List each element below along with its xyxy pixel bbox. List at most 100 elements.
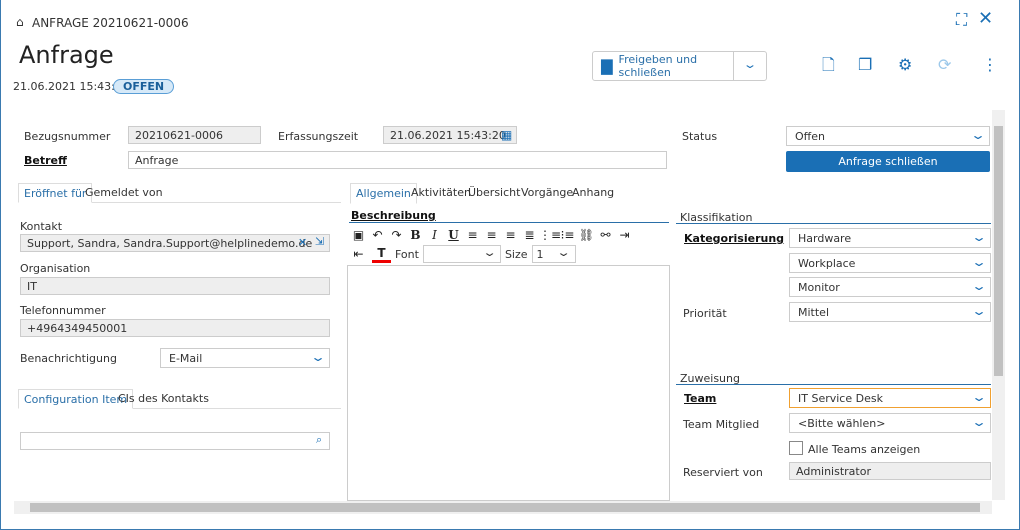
- status-badge: OFFEN: [113, 79, 175, 94]
- team-label: Team: [684, 392, 717, 405]
- vertical-scrollbar[interactable]: [992, 110, 1005, 500]
- benachrichtigung-select[interactable]: E-Mail ⌄: [160, 348, 330, 368]
- tab-cis-des-kontakts[interactable]: CIs des Kontakts: [113, 389, 214, 408]
- chevron-down-icon: ⌄: [556, 246, 572, 259]
- italic-icon[interactable]: I: [425, 228, 444, 242]
- description-editor[interactable]: [347, 265, 670, 501]
- divider: [676, 223, 991, 224]
- alle-teams-label: Alle Teams anzeigen: [808, 443, 921, 456]
- chevron-down-icon: ⌄: [481, 246, 497, 259]
- divider: [349, 222, 669, 223]
- align-center-icon[interactable]: ≡: [482, 228, 501, 242]
- align-left-icon[interactable]: ≡: [463, 228, 482, 242]
- betreff-input[interactable]: Anfrage: [128, 151, 667, 169]
- team-mitglied-select[interactable]: <Bitte wählen> ⌄: [789, 413, 991, 433]
- telefon-label: Telefonnummer: [20, 304, 106, 317]
- close-icon[interactable]: ✕: [978, 8, 993, 29]
- text-color-icon[interactable]: T: [372, 246, 391, 263]
- save-close-label: Freigeben und schließen: [618, 53, 698, 79]
- bullet-list-icon[interactable]: ⁝≡: [558, 228, 577, 242]
- chevron-down-icon: ⌄: [970, 255, 988, 269]
- prioritaet-select[interactable]: Mittel ⌄: [789, 302, 991, 322]
- underline-icon[interactable]: U: [444, 228, 463, 242]
- page-title: Anfrage: [19, 41, 114, 69]
- chevron-down-icon: ⌄: [309, 350, 327, 364]
- alle-teams-checkbox[interactable]: [789, 441, 803, 455]
- clear-icon[interactable]: ✕: [298, 236, 307, 249]
- team-value: IT Service Desk: [798, 392, 883, 405]
- bold-icon[interactable]: B: [406, 228, 425, 242]
- created-date: 21.06.2021 15:43:20: [13, 80, 129, 93]
- betreff-label: Betreff: [24, 154, 67, 167]
- scrollbar-thumb[interactable]: [994, 126, 1003, 376]
- beschreibung-label: Beschreibung: [351, 209, 436, 222]
- search-icon[interactable]: ⌕: [316, 433, 322, 447]
- size-label: Size: [504, 247, 528, 261]
- new-document-icon[interactable]: 🗋: [822, 57, 835, 73]
- indent-icon[interactable]: ⇥: [615, 228, 634, 242]
- bezugsnummer-field: 20210621-0006: [128, 126, 261, 144]
- chevron-down-icon: ⌄: [970, 279, 988, 293]
- font-select[interactable]: ⌄: [422, 245, 501, 263]
- ci-search-input[interactable]: [20, 432, 330, 450]
- benachrichtigung-label: Benachrichtigung: [20, 352, 117, 365]
- status-select[interactable]: Offen ⌄: [786, 126, 990, 146]
- redo-icon[interactable]: ↷: [387, 228, 406, 242]
- kontakt-label: Kontakt: [20, 220, 63, 233]
- chevron-down-icon: ⌄: [970, 390, 988, 404]
- image-icon[interactable]: ▣: [349, 228, 368, 242]
- tab-anhang[interactable]: Anhang: [567, 183, 619, 202]
- divider: [676, 384, 991, 385]
- font-label: Font: [395, 247, 419, 261]
- outdent-icon[interactable]: ⇤: [349, 247, 368, 261]
- save-icon: ▇: [601, 57, 613, 75]
- maximize-icon[interactable]: ⛶: [956, 10, 967, 30]
- chevron-down-icon: ⌄: [970, 230, 988, 244]
- undo-icon[interactable]: ↶: [368, 228, 387, 242]
- bezugsnummer-label: Bezugsnummer: [24, 130, 111, 143]
- calendar-icon[interactable]: ▦: [501, 128, 512, 142]
- save-button-group: ▇ Freigeben und schließen ⌄: [592, 51, 767, 81]
- prioritaet-label: Priorität: [683, 307, 727, 320]
- editor-toolbar: ▣ ↶ ↷ B I U ≡ ≡ ≡ ≣ ⋮≡⁝≡ ⛓ ⚯ ⇥: [349, 228, 669, 242]
- breadcrumb: ANFRAGE 20210621-0006: [32, 16, 189, 30]
- copy-windows-icon[interactable]: ❐: [858, 57, 872, 73]
- numbered-list-icon[interactable]: ⋮≡: [539, 228, 561, 242]
- kategorie-value: Monitor: [798, 281, 840, 294]
- justify-icon[interactable]: ≣: [520, 228, 539, 242]
- open-contact-icon[interactable]: ⇲: [315, 235, 324, 248]
- team-mitglied-value: <Bitte wählen>: [798, 417, 886, 430]
- kategorie-2-select[interactable]: Workplace ⌄: [789, 253, 991, 273]
- kategorie-3-select[interactable]: Monitor ⌄: [789, 277, 991, 297]
- save-close-button[interactable]: ▇ Freigeben und schließen: [593, 52, 734, 80]
- size-select[interactable]: 1 ⌄: [531, 245, 576, 263]
- settings-window-icon[interactable]: ⚙: [898, 57, 912, 73]
- kategorie-value: Hardware: [798, 232, 852, 245]
- erfassungszeit-field[interactable]: 21.06.2021 15:43:20: [383, 126, 517, 144]
- more-icon[interactable]: ⋮: [982, 57, 998, 73]
- align-right-icon[interactable]: ≡: [501, 228, 520, 242]
- save-dropdown-button[interactable]: ⌄: [724, 52, 775, 80]
- horizontal-scrollbar[interactable]: [14, 501, 992, 514]
- refresh-icon[interactable]: ⟳: [938, 57, 951, 73]
- reserviert-label: Reserviert von: [683, 466, 763, 479]
- kontakt-field[interactable]: Support, Sandra, Sandra.Support@helpline…: [20, 234, 330, 252]
- status-label: Status: [682, 130, 718, 143]
- telefon-field: +4964349450001: [20, 319, 330, 337]
- reserviert-field: Administrator: [789, 462, 991, 480]
- link-icon[interactable]: ⛓: [577, 228, 596, 242]
- editor-toolbar-row2: ⇤ T Font ⌄ Size 1 ⌄: [349, 245, 669, 263]
- status-value: Offen: [795, 130, 825, 143]
- erfassungszeit-label: Erfassungszeit: [278, 130, 359, 143]
- team-select[interactable]: IT Service Desk ⌄: [789, 388, 991, 408]
- kategorie-value: Workplace: [798, 257, 856, 270]
- chevron-down-icon: ⌄: [969, 128, 987, 142]
- kategorisierung-label: Kategorisierung: [684, 232, 785, 245]
- tab-gemeldet-von[interactable]: Gemeldet von: [80, 183, 168, 202]
- kategorie-1-select[interactable]: Hardware ⌄: [789, 228, 991, 248]
- close-request-button[interactable]: Anfrage schließen: [786, 151, 990, 172]
- prioritaet-value: Mittel: [798, 306, 829, 319]
- scrollbar-thumb[interactable]: [30, 503, 980, 512]
- unlink-icon[interactable]: ⚯: [596, 228, 615, 242]
- chevron-down-icon: ⌄: [970, 415, 988, 429]
